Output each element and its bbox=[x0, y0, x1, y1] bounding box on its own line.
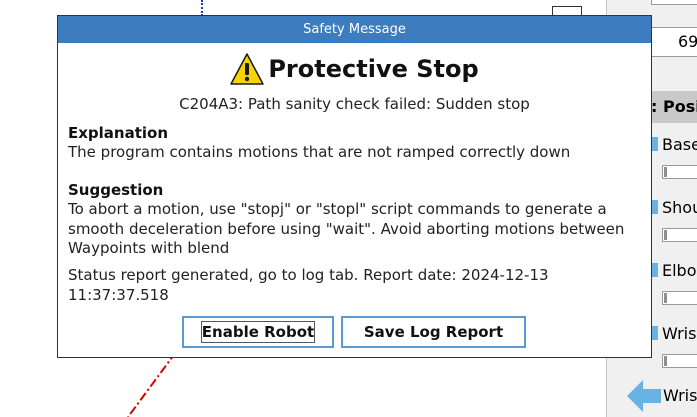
top-field[interactable] bbox=[651, 0, 697, 5]
joint-tab bbox=[651, 263, 658, 277]
joint-label-bottom: Wris bbox=[663, 386, 697, 405]
joint-slider[interactable] bbox=[662, 228, 697, 242]
suggestion-text: To abort a motion, use "stopj" or "stopl… bbox=[68, 200, 625, 257]
explanation-text: The program contains motions that are no… bbox=[68, 143, 571, 161]
joint-label: Base bbox=[662, 135, 697, 154]
joint-tab bbox=[651, 137, 658, 151]
dialog-title: Safety Message bbox=[58, 16, 651, 43]
joint-label: Shou bbox=[662, 198, 697, 217]
suggestion-heading: Suggestion bbox=[68, 181, 164, 199]
explanation-heading: Explanation bbox=[68, 124, 169, 142]
joint-slider[interactable] bbox=[662, 354, 697, 368]
joint-row-shoulder: Shou bbox=[651, 198, 697, 258]
joint-row-base: Base bbox=[651, 135, 697, 195]
enable-robot-button[interactable]: Enable Robot bbox=[182, 316, 334, 348]
joint-row-wrist: Wris bbox=[651, 324, 697, 384]
save-log-report-label: Save Log Report bbox=[363, 323, 504, 341]
value-field[interactable]: 69 bbox=[651, 27, 697, 57]
joint-tab bbox=[651, 326, 658, 340]
joint-tab bbox=[651, 200, 658, 214]
warning-icon bbox=[230, 53, 265, 85]
error-code: C204A3: Path sanity check failed: Sudden… bbox=[179, 95, 530, 113]
stop-heading: Protective Stop bbox=[58, 53, 651, 85]
joint-slider[interactable] bbox=[662, 291, 697, 305]
joint-label: Wris bbox=[662, 324, 697, 343]
safety-dialog: Safety Message Protective Stop C204A3: P… bbox=[57, 15, 652, 358]
joint-label: Elbo bbox=[662, 261, 697, 280]
position-header: : Posi bbox=[649, 91, 697, 123]
save-log-report-button[interactable]: Save Log Report bbox=[341, 316, 526, 348]
arrow-left-icon[interactable] bbox=[627, 378, 661, 414]
stop-title: Protective Stop bbox=[268, 55, 479, 83]
enable-robot-label: Enable Robot bbox=[201, 323, 315, 341]
joint-row-elbow: Elbo bbox=[651, 261, 697, 321]
status-text: Status report generated, go to log tab. … bbox=[68, 266, 549, 304]
joint-slider[interactable] bbox=[662, 165, 697, 179]
